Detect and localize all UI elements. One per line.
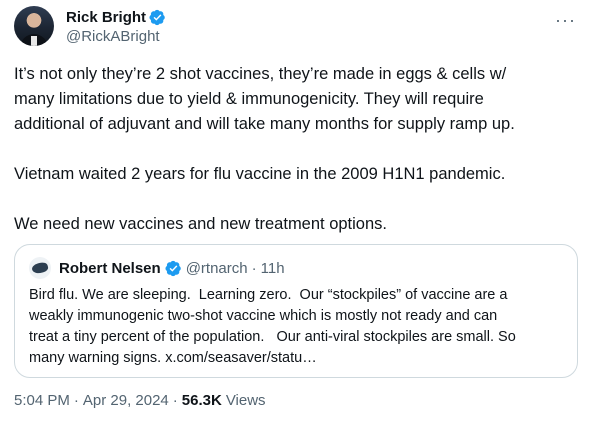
views-count: 56.3K bbox=[181, 392, 222, 409]
author-handle[interactable]: @RickABright bbox=[66, 27, 166, 47]
tweet-time[interactable]: 5:04 PM bbox=[14, 392, 70, 409]
tweet-text: It’s not only they’re 2 shot vaccines, t… bbox=[14, 65, 515, 233]
author-names: Rick Bright @RickABright bbox=[66, 8, 166, 47]
bird-avatar-shape bbox=[30, 261, 50, 275]
tweet-header: Rick Bright @RickABright ··· bbox=[14, 4, 578, 52]
tweet-date[interactable]: Apr 29, 2024 bbox=[83, 392, 169, 409]
author-avatar[interactable] bbox=[14, 6, 54, 46]
quoted-separator: · bbox=[251, 259, 257, 277]
verified-badge-icon bbox=[165, 260, 181, 276]
footer-separator: · bbox=[172, 392, 178, 409]
avatar-shirt bbox=[31, 36, 37, 46]
quoted-tweet-header: Robert Nelsen @rtnarch · 11h bbox=[29, 257, 285, 279]
more-icon[interactable]: ··· bbox=[555, 10, 576, 31]
verified-badge-icon bbox=[149, 9, 165, 26]
tweet-footer: 5:04 PM · Apr 29, 2024 · 56.3K Views bbox=[14, 392, 266, 409]
quoted-author-handle: @rtnarch bbox=[185, 259, 248, 277]
quoted-author-name: Robert Nelsen bbox=[59, 259, 161, 277]
views-label: Views bbox=[225, 392, 266, 409]
quoted-author-avatar bbox=[29, 257, 51, 279]
author-display-name[interactable]: Rick Bright bbox=[66, 8, 166, 27]
quoted-timestamp: 11h bbox=[260, 259, 285, 277]
quoted-tweet[interactable]: Robert Nelsen @rtnarch · 11h Bird flu. W… bbox=[14, 244, 578, 378]
author-name-text[interactable]: Rick Bright bbox=[66, 8, 146, 27]
footer-separator: · bbox=[73, 392, 79, 409]
quoted-tweet-text: Bird flu. We are sleeping. Learning zero… bbox=[29, 287, 516, 366]
